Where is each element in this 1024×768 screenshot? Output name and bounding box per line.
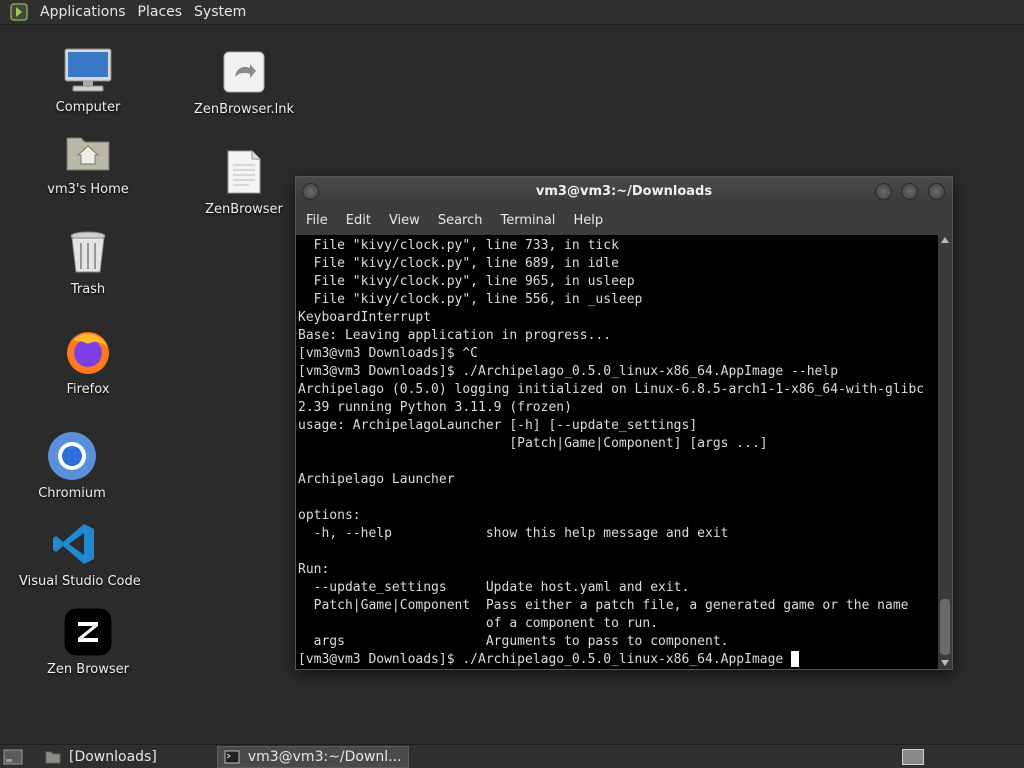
- menu-search[interactable]: Search: [432, 213, 489, 228]
- desktop-icon-trash[interactable]: Trash: [33, 226, 143, 297]
- terminal-titlebar[interactable]: vm3@vm3:~/Downloads: [296, 177, 952, 206]
- menu-help[interactable]: Help: [567, 213, 609, 228]
- applications-menu[interactable]: Applications: [34, 4, 132, 20]
- desktop-icon-firefox[interactable]: Firefox: [33, 326, 143, 397]
- scroll-down-arrow-icon[interactable]: [941, 660, 949, 666]
- desktop-icon-chromium[interactable]: Chromium: [17, 430, 127, 501]
- terminal-line: --update_settings Update host.yaml and e…: [298, 580, 690, 595]
- terminal-prompt: [vm3@vm3 Downloads]$ ./Archipelago_0.5.0…: [298, 652, 792, 667]
- firefox-icon: [62, 326, 114, 378]
- workspace-switcher[interactable]: [902, 749, 924, 765]
- terminal-line: Archipelago Launcher: [298, 472, 455, 487]
- terminal-line: of a component to run.: [298, 616, 659, 631]
- terminal-line: File "kivy/clock.py", line 965, in uslee…: [298, 274, 635, 289]
- scrollbar-thumb[interactable]: [940, 599, 950, 655]
- terminal-line: Archipelago (0.5.0) logging initialized …: [298, 382, 925, 397]
- taskbar-item-label: vm3@vm3:~/Downl...: [247, 748, 402, 765]
- terminal-scrollbar[interactable]: [938, 235, 952, 669]
- taskbar-item-label: [Downloads]: [69, 748, 157, 765]
- desktop-icon-label: ZenBrowser.lnk: [193, 102, 295, 117]
- desktop-icon-zenbrowser-lnk[interactable]: ZenBrowser.lnk: [189, 46, 299, 117]
- close-button[interactable]: [928, 183, 945, 200]
- bottom-panel: [Downloads] vm3@vm3:~/Downl...: [0, 744, 1024, 768]
- menu-terminal[interactable]: Terminal: [494, 213, 561, 228]
- computer-icon: [62, 44, 114, 96]
- menu-edit[interactable]: Edit: [340, 213, 377, 228]
- terminal-line: [Patch|Game|Component] [args ...]: [298, 436, 768, 451]
- terminal-line: [vm3@vm3 Downloads]$ ^C: [298, 346, 479, 361]
- terminal-menubar: File Edit View Search Terminal Help: [296, 206, 952, 235]
- folder-icon: [45, 751, 61, 763]
- desktop-icon-computer[interactable]: Computer: [33, 44, 143, 115]
- desktop-icon-home[interactable]: vm3's Home: [33, 126, 143, 197]
- terminal-icon: [224, 750, 240, 763]
- terminal-line: args Arguments to pass to component.: [298, 634, 729, 649]
- terminal-line: Run:: [298, 562, 330, 577]
- desktop-icon-label: Visual Studio Code: [19, 574, 141, 589]
- terminal-line: File "kivy/clock.py", line 733, in tick: [298, 238, 619, 253]
- home-folder-icon: [62, 126, 114, 178]
- terminal-line: Base: Leaving application in progress...: [298, 328, 612, 343]
- maximize-button[interactable]: [901, 183, 918, 200]
- desktop-icon-label: Trash: [70, 282, 106, 297]
- chromium-icon: [46, 430, 98, 482]
- desktop-icon-label: ZenBrowser: [205, 202, 283, 217]
- scroll-up-arrow-icon[interactable]: [941, 237, 949, 243]
- desktop-icon-label: Firefox: [66, 382, 110, 397]
- trash-icon: [62, 226, 114, 278]
- show-desktop-icon[interactable]: [3, 748, 25, 766]
- distro-logo-icon[interactable]: [8, 3, 30, 21]
- vscode-icon: [48, 518, 100, 570]
- places-menu[interactable]: Places: [132, 4, 189, 20]
- desktop-icon-label: Zen Browser: [47, 662, 129, 677]
- terminal-line: options:: [298, 508, 361, 523]
- taskbar-item-downloads[interactable]: [Downloads]: [39, 746, 163, 768]
- taskbar-item-terminal[interactable]: vm3@vm3:~/Downl...: [216, 745, 409, 768]
- terminal-line: usage: ArchipelagoLauncher [-h] [--updat…: [298, 418, 698, 433]
- terminal-line: -h, --help show this help message and ex…: [298, 526, 729, 541]
- terminal-line: Patch|Game|Component Pass either a patch…: [298, 598, 909, 613]
- window-menu-button[interactable]: [302, 183, 319, 200]
- desktop-icon-vscode[interactable]: Visual Studio Code: [19, 518, 141, 589]
- file-icon: [218, 146, 270, 198]
- terminal-title: vm3@vm3:~/Downloads: [535, 184, 713, 199]
- system-menu[interactable]: System: [188, 4, 252, 20]
- terminal-window[interactable]: vm3@vm3:~/Downloads File Edit View Searc…: [295, 176, 953, 670]
- menu-file[interactable]: File: [300, 213, 334, 228]
- top-panel: Applications Places System: [0, 0, 1024, 25]
- text-cursor: [791, 651, 800, 667]
- desktop-icon-zenbrowser-file[interactable]: ZenBrowser: [189, 146, 299, 217]
- terminal-line: [vm3@vm3 Downloads]$ ./Archipelago_0.5.0…: [298, 364, 839, 379]
- terminal-line: File "kivy/clock.py", line 556, in _usle…: [298, 292, 643, 307]
- desktop-icon-label: Computer: [55, 100, 121, 115]
- minimize-button[interactable]: [875, 183, 892, 200]
- desktop-icon-label: Chromium: [38, 486, 106, 501]
- terminal-line: File "kivy/clock.py", line 689, in idle: [298, 256, 619, 271]
- zen-browser-icon: [62, 606, 114, 658]
- terminal-line: KeyboardInterrupt: [298, 310, 432, 325]
- desktop-icon-zen-browser[interactable]: Zen Browser: [33, 606, 143, 677]
- desktop-icon-label: vm3's Home: [47, 182, 129, 197]
- terminal-prompt-line[interactable]: [vm3@vm3 Downloads]$ ./Archipelago_0.5.0…: [298, 651, 936, 669]
- shortcut-icon: [218, 46, 270, 98]
- terminal-output[interactable]: File "kivy/clock.py", line 733, in tick …: [296, 235, 938, 669]
- menu-view[interactable]: View: [383, 213, 426, 228]
- terminal-line: 2.39 running Python 3.11.9 (frozen): [298, 400, 572, 415]
